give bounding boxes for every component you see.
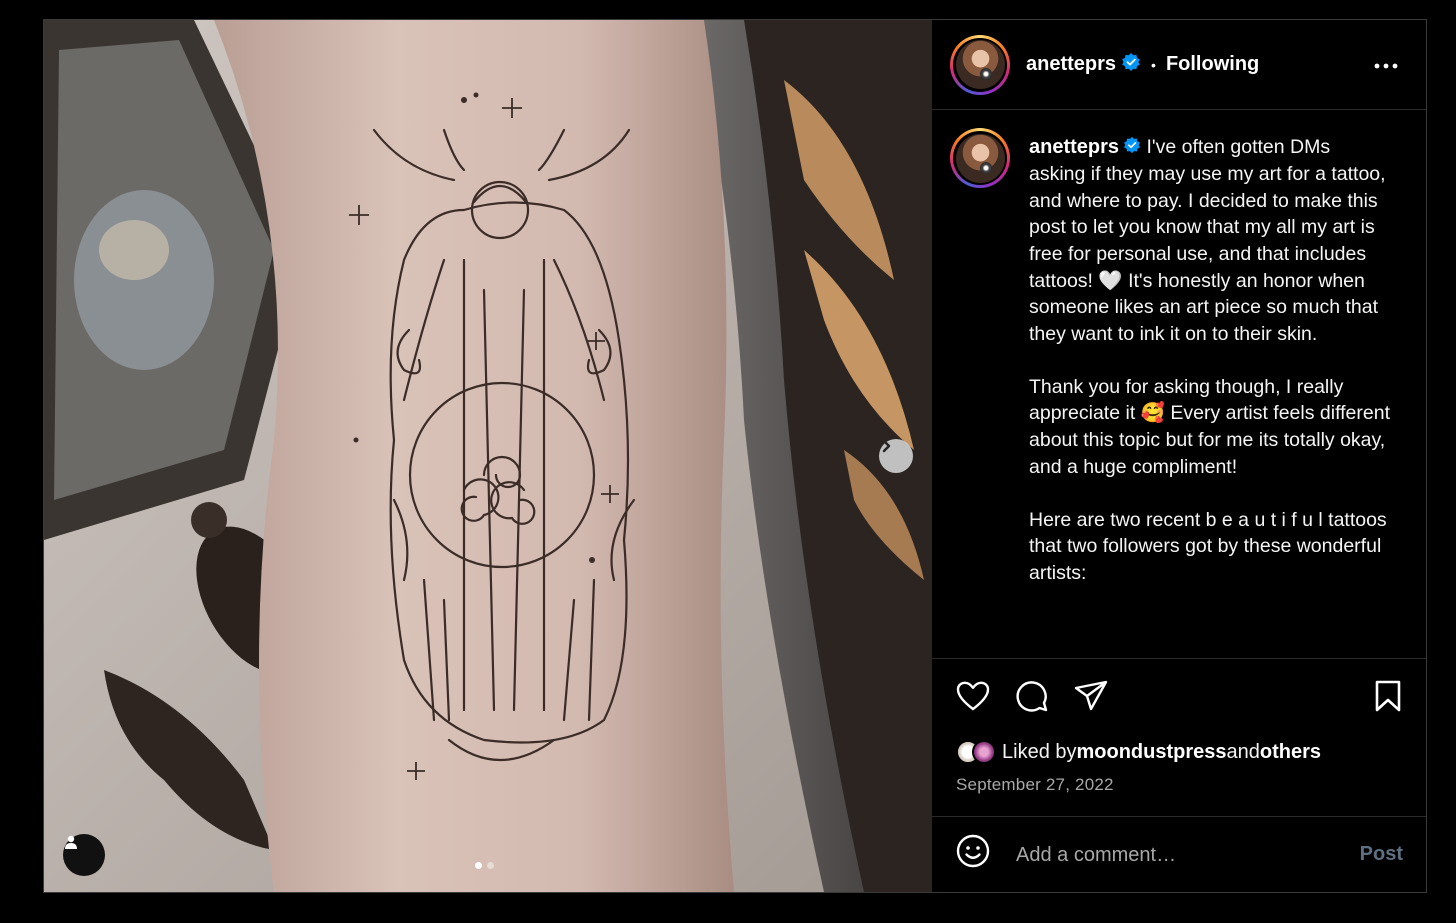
author-username[interactable]: anetteprs <box>1026 53 1116 76</box>
carousel-dot-active <box>475 862 482 869</box>
caption: anetteprs I've often gotten DMs asking i… <box>1029 134 1391 587</box>
send-icon <box>1074 680 1108 717</box>
emoji-button[interactable] <box>954 834 992 872</box>
caption-section: anetteprs I've often gotten DMs asking i… <box>932 110 1426 658</box>
post-media[interactable] <box>44 20 932 892</box>
liker-avatar <box>972 740 996 764</box>
caption-username[interactable]: anetteprs <box>1029 136 1119 158</box>
post-side-panel: anetteprs • Following anetteprs I've oft… <box>932 20 1426 892</box>
carousel-dot <box>487 862 494 869</box>
verified-badge-icon <box>1123 135 1141 162</box>
save-button[interactable] <box>1369 679 1407 717</box>
more-options-icon <box>1374 56 1398 74</box>
post-header: anetteprs • Following <box>932 20 1426 110</box>
comment-bar: Post <box>932 816 1426 892</box>
liked-by-and: and <box>1226 740 1260 763</box>
comment-button[interactable] <box>1013 679 1051 717</box>
following-button[interactable]: Following <box>1166 53 1259 76</box>
post-modal: anetteprs • Following anetteprs I've oft… <box>43 19 1427 893</box>
tattoo-photo <box>44 20 932 892</box>
verified-badge-icon <box>1121 52 1141 77</box>
post-comment-button[interactable]: Post <box>1360 843 1403 866</box>
author-avatar[interactable] <box>950 34 1010 95</box>
tagged-users-button[interactable] <box>63 834 105 876</box>
post-date[interactable]: September 27, 2022 <box>956 775 1114 795</box>
share-button[interactable] <box>1072 679 1110 717</box>
like-button[interactable] <box>954 679 992 717</box>
liked-by-others[interactable]: others <box>1260 741 1321 764</box>
comment-icon <box>1015 679 1049 718</box>
bookmark-icon <box>1375 680 1401 717</box>
next-slide-button[interactable] <box>879 439 913 473</box>
liked-by-prefix: Liked by <box>1002 740 1077 763</box>
emoji-icon <box>956 834 990 873</box>
carousel-indicator <box>475 862 494 869</box>
caption-author-avatar[interactable] <box>950 128 1010 188</box>
liked-by-user[interactable]: moondustpress <box>1077 741 1227 764</box>
heart-icon <box>956 681 990 716</box>
action-bar <box>932 658 1426 712</box>
likes-summary[interactable]: Liked by moondustpress and others <box>956 740 1321 764</box>
more-options-button[interactable] <box>1371 50 1401 80</box>
caption-text: I've often gotten DMs asking if they may… <box>1029 136 1390 585</box>
header-separator: • <box>1151 56 1156 73</box>
comment-input[interactable] <box>1014 837 1318 873</box>
